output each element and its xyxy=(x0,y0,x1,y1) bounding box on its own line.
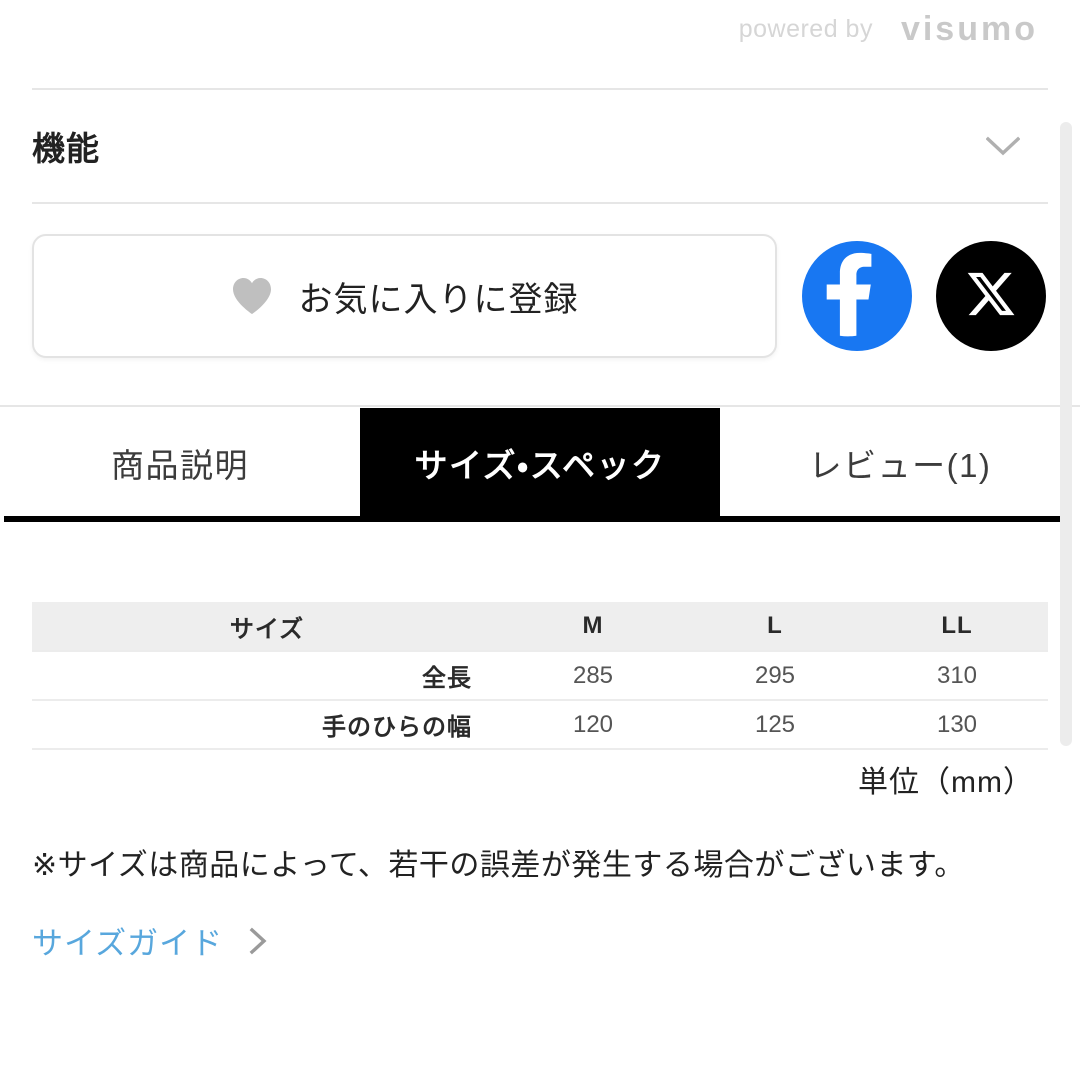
table-cell: 130 xyxy=(936,710,978,738)
table-row: 全長 285 295 310 xyxy=(32,651,1048,700)
tab-size-spec[interactable]: サイズ・スペック xyxy=(360,408,720,518)
action-row: お気に入りに登録 xyxy=(32,233,1048,359)
size-guide-link[interactable]: サイズガイド xyxy=(32,918,269,963)
table-row-label: 手のひらの幅 xyxy=(322,714,472,741)
table-header-row: サイズ M L LL xyxy=(32,602,1048,651)
table-cell: 120 xyxy=(572,710,614,738)
unit-note: 単位（mm） xyxy=(858,766,1034,799)
accordion-header-function[interactable]: 機能 xyxy=(32,90,1048,202)
table-cell: 285 xyxy=(572,661,614,689)
add-to-favorites-label: お気に入りに登録 xyxy=(298,280,579,319)
table-cell: 295 xyxy=(754,661,796,689)
table-header-cell: LL xyxy=(941,612,973,639)
tab-label: サイズ・スペック xyxy=(414,447,666,484)
share-buttons xyxy=(802,241,1046,351)
visumo-logo: visumo xyxy=(900,9,1038,48)
chevron-down-icon[interactable] xyxy=(985,136,1021,156)
share-x-button[interactable] xyxy=(936,241,1046,351)
chevron-right-icon xyxy=(249,927,269,955)
table-header-cell: サイズ xyxy=(229,615,305,643)
accordion-title: 機能 xyxy=(32,130,100,167)
size-disclaimer: ※サイズは商品によって、若干の誤差が発生する場合がございます。 xyxy=(32,849,965,882)
table-cell: 125 xyxy=(754,710,796,738)
accordion-divider xyxy=(32,202,1048,204)
table-cell: 310 xyxy=(936,661,978,689)
powered-by-bar: powered by visumo xyxy=(0,0,1080,58)
tab-label: レビュー(1) xyxy=(808,447,992,484)
scrollbar-track[interactable] xyxy=(1060,0,1076,1080)
tabs-underline xyxy=(4,516,1072,522)
x-icon xyxy=(965,268,1017,325)
share-facebook-button[interactable] xyxy=(802,241,912,351)
size-guide-label: サイズガイド xyxy=(32,926,224,961)
tabs-top-divider xyxy=(0,405,1080,407)
powered-by-label: powered by xyxy=(738,14,873,43)
facebook-icon xyxy=(802,239,912,354)
size-spec-table: サイズ M L LL 全長 285 295 310 手のひらの幅 120 125… xyxy=(32,602,1048,750)
tab-product-description[interactable]: 商品説明 xyxy=(0,408,360,518)
table-row: 手のひらの幅 120 125 130 xyxy=(32,700,1048,749)
table-header-cell: L xyxy=(767,612,783,639)
product-info-tabs: 商品説明 サイズ・スペック レビュー(1) xyxy=(0,408,1080,518)
tab-reviews[interactable]: レビュー(1) xyxy=(720,408,1080,518)
heart-icon xyxy=(231,276,273,316)
table-header-cell: M xyxy=(582,612,604,639)
table-row-label: 全長 xyxy=(422,665,472,692)
tab-label: 商品説明 xyxy=(111,447,249,484)
scrollbar-thumb[interactable] xyxy=(1060,122,1072,746)
add-to-favorites-button[interactable]: お気に入りに登録 xyxy=(32,234,777,358)
